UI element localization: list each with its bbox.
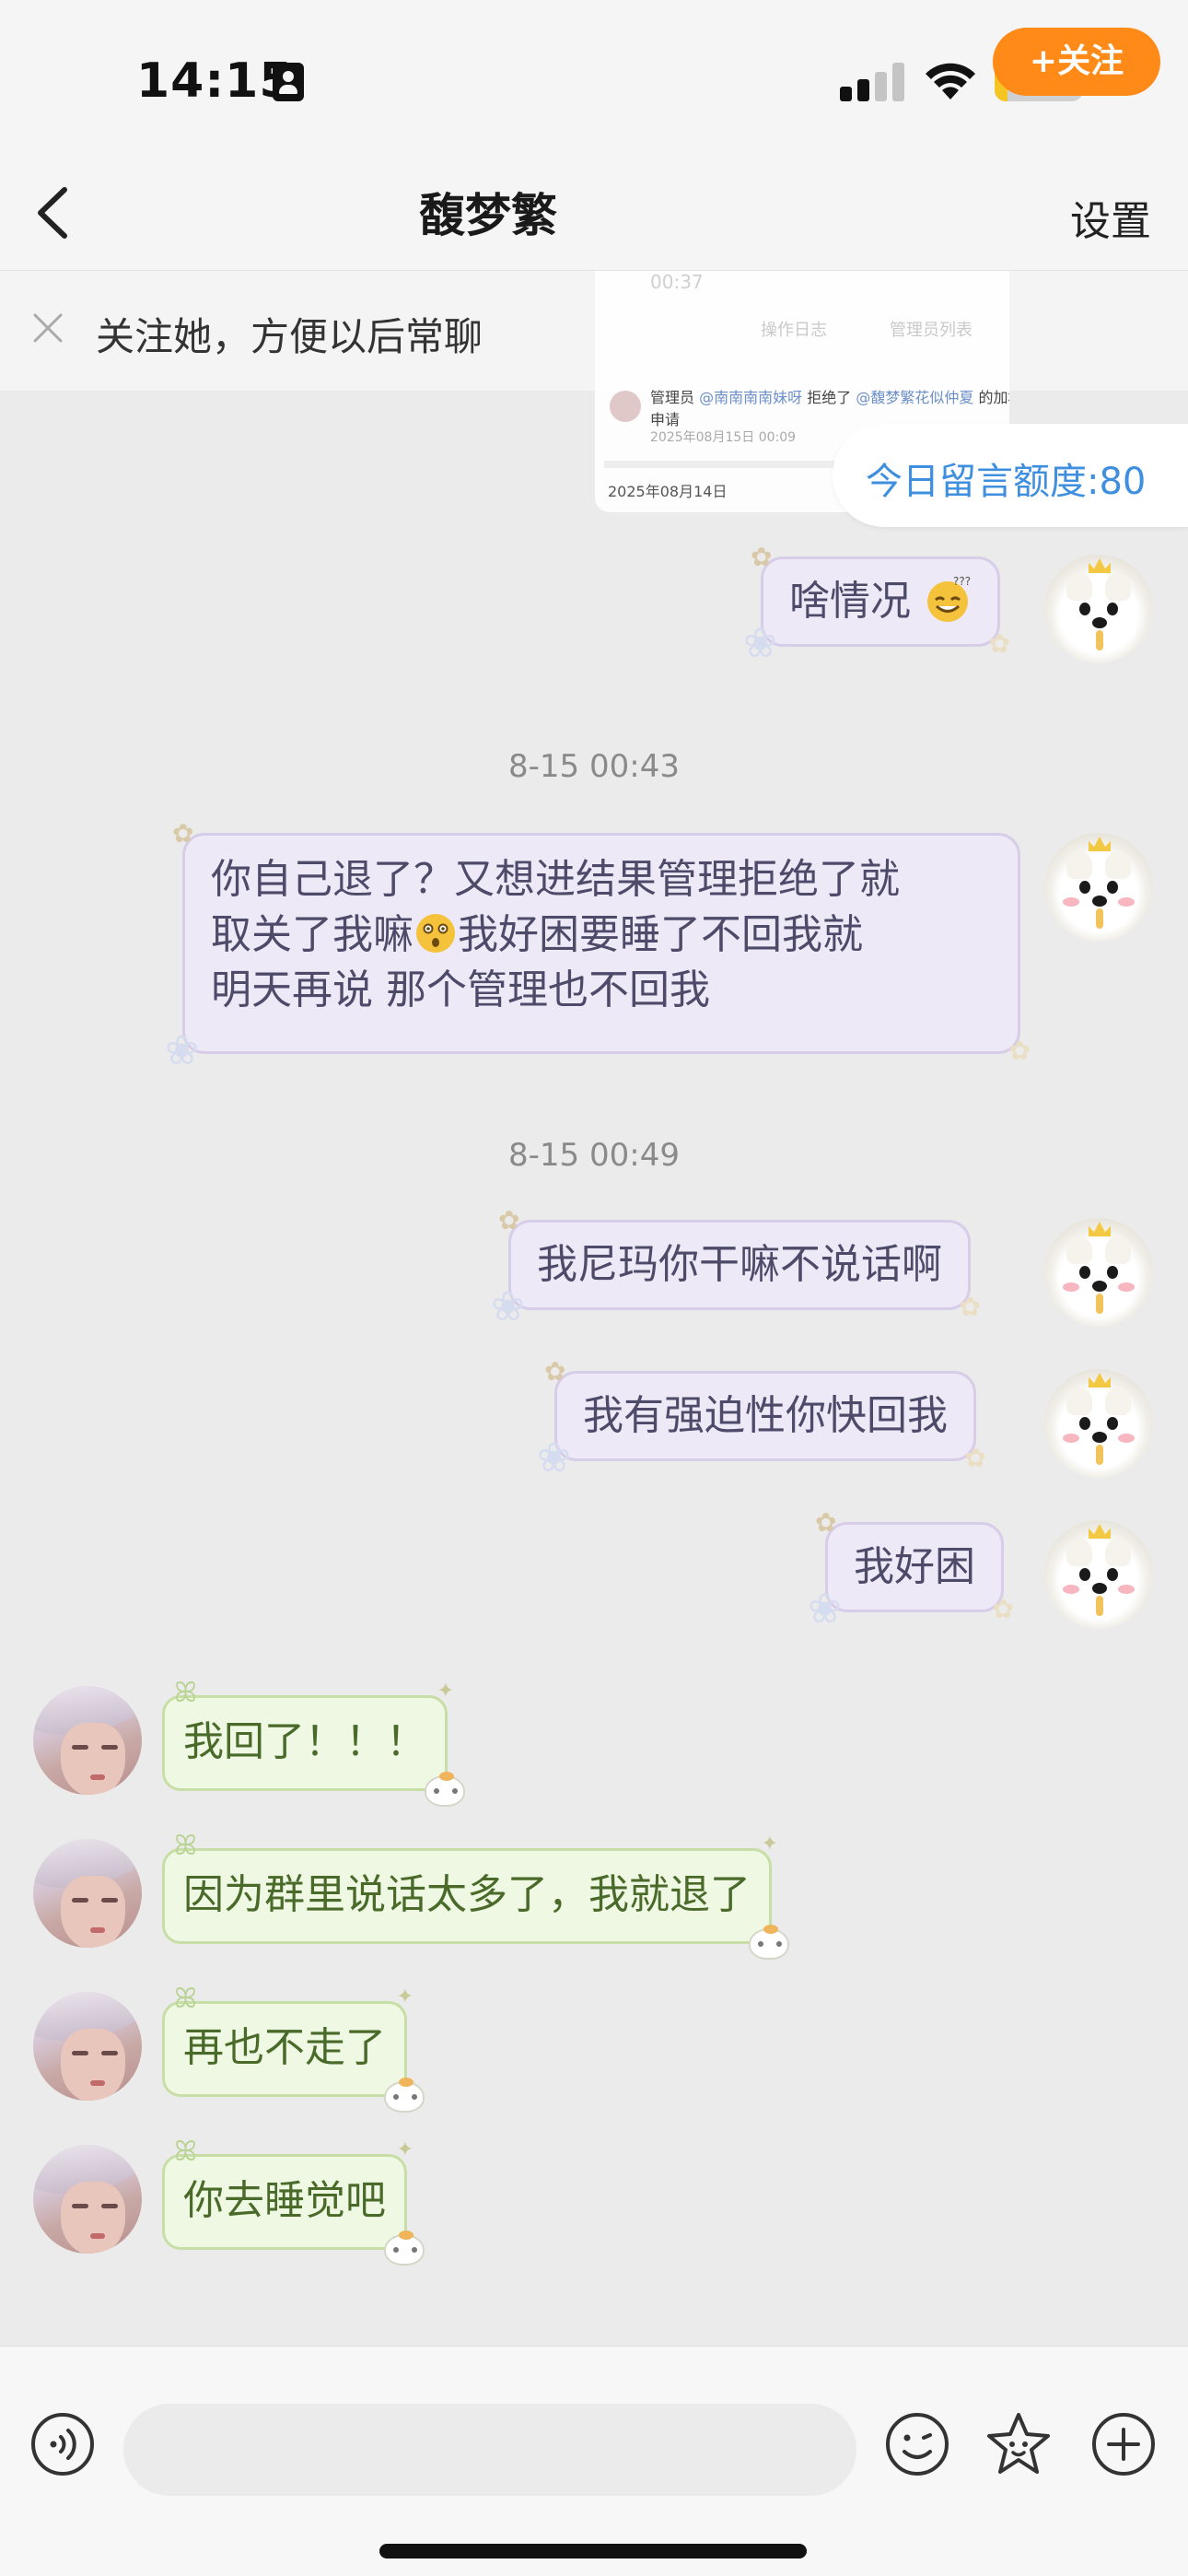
message-bubble-received[interactable]: ꕤ ✦ 你去睡觉吧 [162,2138,425,2266]
preview-tabs: 操作日志 管理员列表 [595,317,1009,354]
close-icon[interactable] [29,310,66,346]
flower-decoration-icon: ❀ [537,1434,571,1481]
message-quota-badge: 今日留言额度:80 [833,424,1188,527]
bow-decoration-icon: ✿ [751,542,773,572]
cat-face-decoration-icon [749,1925,789,1960]
title-redaction [622,184,778,236]
voice-icon[interactable] [29,2411,96,2477]
bow-decoration-icon: ✿ [815,1507,837,1538]
preview-log-text-2: 申请 [650,411,681,428]
contact-avatar[interactable] [33,1839,142,1948]
my-avatar[interactable] [1044,1218,1153,1327]
follow-banner: 关注她，方便以后常聊 [0,271,1188,391]
sparkle-decoration-icon: ✦ [396,1985,413,2008]
message-text-line: 取关了我嘛 我好困要睡了不回我就 [211,911,863,958]
sparkle-decoration-icon: ✦ [761,1832,778,1856]
message-text: 因为群里说话太多了，我就退了 [183,1871,751,1918]
my-avatar[interactable] [1044,1369,1153,1478]
my-avatar[interactable] [1044,1520,1153,1629]
message-text-line: 明天再说 那个管理也不回我 [211,966,710,1013]
preview-time: 00:37 [650,271,704,293]
bow-decoration-icon: ✿ [988,628,1010,659]
message-text: 你去睡觉吧 [183,2177,386,2224]
message-quota-text: 今日留言额度:80 [866,461,1147,503]
message-bubble-sent[interactable]: ✿ 我好困 ❀ ✿ [808,1510,1014,1630]
follow-prompt: 关注她，方便以后常聊 [96,314,483,359]
back-chevron-icon[interactable] [28,181,83,245]
status-time: 14:15 [136,53,294,109]
contact-card-icon [273,63,304,101]
flower-decoration-icon: ❀ [491,1283,525,1330]
bow-decoration-icon: ✿ [992,1594,1014,1624]
svg-text:???: ??? [953,576,971,588]
sparkle-decoration-icon: ✦ [437,1680,454,1703]
flower-decoration-icon: ❀ [808,1586,842,1633]
sticker-icon[interactable] [984,2409,1054,2479]
preview-avatar [610,391,641,422]
timestamp: 8-15 00:43 [508,748,680,785]
message-bubble-sent[interactable]: ✿ 我有强迫性你快回我 ❀ ✿ [537,1359,986,1479]
message-text: 再也不走了 [183,2024,386,2071]
home-indicator [379,2544,807,2558]
bow-decoration-icon: ✿ [959,1292,981,1322]
message-text-line: 你自己退了？又想进结果管理拒绝了就 [211,856,900,903]
message-text: 啥情况 [789,578,911,625]
hushed-face-emoji [416,914,455,953]
flower-decoration-icon: ❀ [743,620,777,667]
bow-decoration-icon: ✿ [1008,1036,1031,1066]
message-bubble-received[interactable]: ꕤ ✦ 因为群里说话太多了，我就退了 [162,1832,789,1960]
bow-decoration-icon: ꕤ [174,1677,197,1709]
cat-face-decoration-icon [384,2231,425,2266]
bow-decoration-icon: ✿ [172,818,194,849]
contact-avatar[interactable] [33,1686,142,1795]
cellular-signal-icon [840,63,904,101]
message-bubble-received[interactable]: ꕤ ✦ 我回了！！！ [162,1680,465,1807]
emoji-icon[interactable] [884,2411,950,2477]
my-avatar[interactable] [1044,833,1153,942]
settings-button[interactable]: 设置 [1070,188,1151,247]
preview-tab-admins: 管理员列表 [890,321,973,340]
wifi-icon [926,63,975,100]
sweat-smile-emoji: ??? [927,576,971,622]
cat-face-decoration-icon [384,2078,425,2113]
bow-decoration-icon: ꕤ [174,1983,197,2015]
cat-face-decoration-icon [425,1772,465,1807]
preview-tab-log: 操作日志 [761,321,827,340]
preview-date: 2025年08月14日 [608,483,728,500]
my-avatar[interactable] [1044,555,1153,663]
message-bubble-received[interactable]: ꕤ ✦ 再也不走了 [162,1985,425,2113]
message-bubble-sent[interactable]: ✿ 你自己退了？又想进结果管理拒绝了就 取关了我嘛 我好困要睡了不回我就 明天再… [165,821,1031,1071]
bow-decoration-icon: ꕤ [174,2136,197,2168]
bow-decoration-icon: ✿ [544,1356,566,1387]
follow-button[interactable]: +关注 [993,28,1160,96]
message-input[interactable] [123,2404,856,2496]
contact-avatar[interactable] [33,1992,142,2101]
message-text: 我好困 [854,1543,975,1590]
message-bubble-sent[interactable]: ✿ 啥情况 ??? ❀ ✿ [743,544,1010,664]
sparkle-decoration-icon: ✦ [396,2138,413,2161]
preview-log-time: 2025年08月15日 00:09 [650,430,797,445]
flower-decoration-icon: ❀ [165,1027,199,1074]
timestamp: 8-15 00:49 [508,1137,680,1174]
contact-avatar[interactable] [33,2145,142,2254]
bow-decoration-icon: ✿ [498,1205,520,1235]
message-text: 我回了！！！ [183,1718,426,1765]
plus-icon[interactable] [1090,2411,1157,2477]
bow-decoration-icon: ✿ [964,1443,986,1473]
chat-header: 馥梦繁 设置 [0,157,1188,271]
message-text: 我尼玛你干嘛不说话啊 [537,1241,942,1288]
preview-log-text: 管理员 @南南南南妹呀 拒绝了 @馥梦繁花似仲夏 的加群 [650,389,1009,406]
message-bubble-sent[interactable]: ✿ 我尼玛你干嘛不说话啊 ❀ ✿ [491,1208,981,1328]
chat-title: 馥梦繁 [419,189,557,242]
message-text: 我有强迫性你快回我 [583,1392,948,1439]
bow-decoration-icon: ꕤ [174,1830,197,1862]
input-bar [0,2346,1188,2576]
